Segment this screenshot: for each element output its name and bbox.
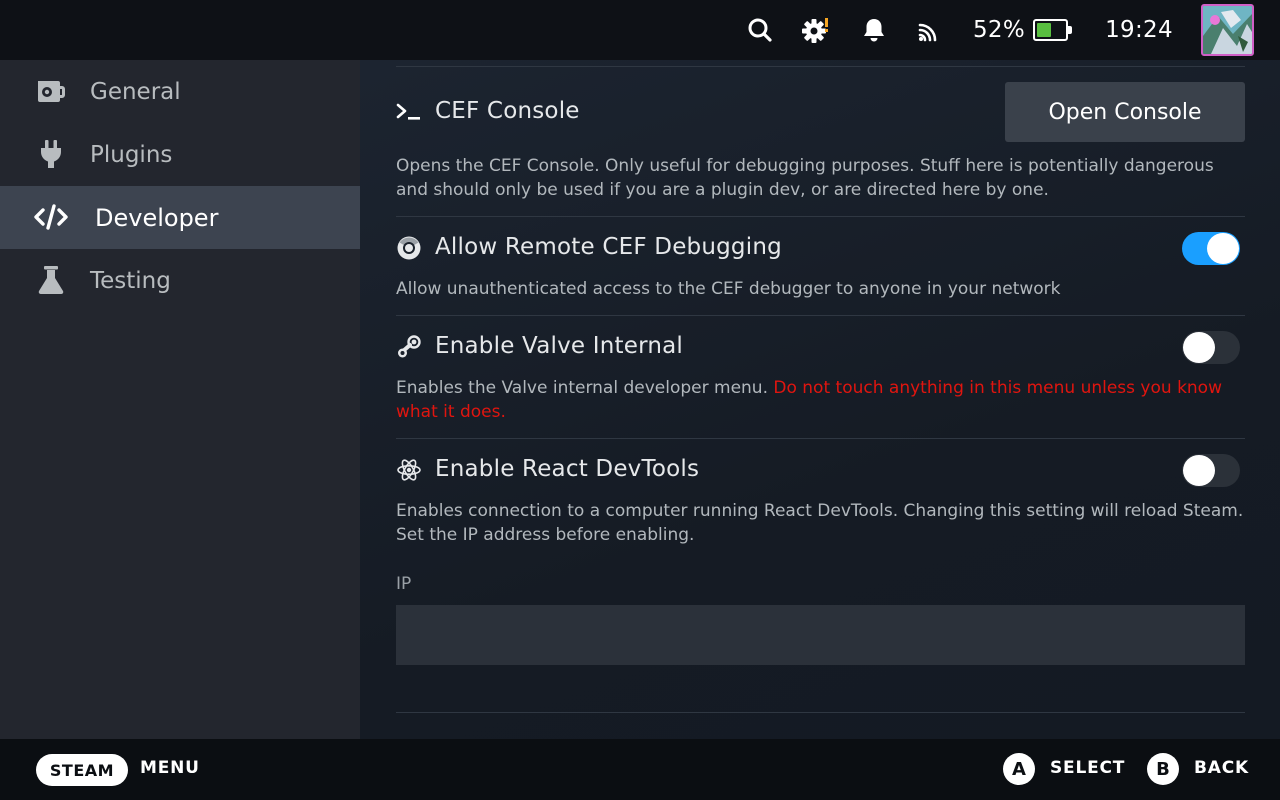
footer-bar: STEAM MENU A SELECT B BACK <box>0 739 1280 800</box>
clock: 19:24 <box>1105 17 1173 43</box>
steam-button[interactable]: STEAM <box>36 754 128 786</box>
remote-debugging-title: Allow Remote CEF Debugging <box>435 234 782 260</box>
battery-icon <box>1033 19 1073 41</box>
flask-icon <box>34 264 68 296</box>
cast-icon[interactable] <box>915 0 945 60</box>
notifications-icon[interactable] <box>860 0 888 60</box>
valve-internal-title: Enable Valve Internal <box>435 333 684 359</box>
b-button-icon[interactable]: B <box>1147 753 1179 785</box>
search-icon[interactable] <box>745 0 775 60</box>
plug-icon <box>34 138 68 170</box>
ip-label: IP <box>396 574 412 594</box>
battery-percent: 52% <box>972 17 1026 43</box>
back-label: BACK <box>1194 758 1249 778</box>
avatar[interactable] <box>1201 4 1254 56</box>
react-devtools-description: Enables connection to a computer running… <box>396 501 1244 545</box>
divider <box>396 712 1245 713</box>
chrome-icon <box>396 235 422 261</box>
menu-label: MENU <box>140 758 200 778</box>
react-devtools-toggle[interactable] <box>1182 454 1240 487</box>
valve-internal-toggle[interactable] <box>1182 331 1240 364</box>
settings-icon[interactable] <box>800 0 832 60</box>
divider <box>396 216 1245 217</box>
cef-console-title: CEF Console <box>435 98 580 124</box>
remote-debugging-toggle[interactable] <box>1182 232 1240 265</box>
steam-icon <box>396 334 422 360</box>
sidebar-item-developer[interactable]: Developer <box>0 186 360 249</box>
divider <box>396 315 1245 316</box>
open-console-button[interactable]: Open Console <box>1005 82 1245 142</box>
cef-console-description: Opens the CEF Console. Only useful for d… <box>396 156 1214 200</box>
settings-panel: CEF Console Open Console Opens the CEF C… <box>360 60 1280 739</box>
a-button-icon[interactable]: A <box>1003 753 1035 785</box>
valve-internal-description: Enables the Valve internal developer men… <box>396 376 1246 424</box>
remote-debugging-description: Allow unauthenticated access to the CEF … <box>396 279 1061 299</box>
sidebar-item-general[interactable]: General <box>0 60 360 123</box>
sidebar-item-testing[interactable]: Testing <box>0 249 360 312</box>
react-icon <box>396 457 422 483</box>
general-icon <box>34 75 68 107</box>
react-devtools-title: Enable React DevTools <box>435 456 700 482</box>
divider <box>396 438 1245 439</box>
ip-input[interactable] <box>396 605 1245 665</box>
sidebar: General Plugins Developer Testing <box>0 60 360 739</box>
select-label: SELECT <box>1050 758 1126 778</box>
terminal-icon <box>396 99 422 125</box>
sidebar-item-plugins[interactable]: Plugins <box>0 123 360 186</box>
valve-internal-description-text: Enables the Valve internal developer men… <box>396 378 768 398</box>
divider <box>396 66 1245 67</box>
top-status-bar: 52% 19:24 <box>0 0 1280 60</box>
code-icon <box>34 201 68 233</box>
